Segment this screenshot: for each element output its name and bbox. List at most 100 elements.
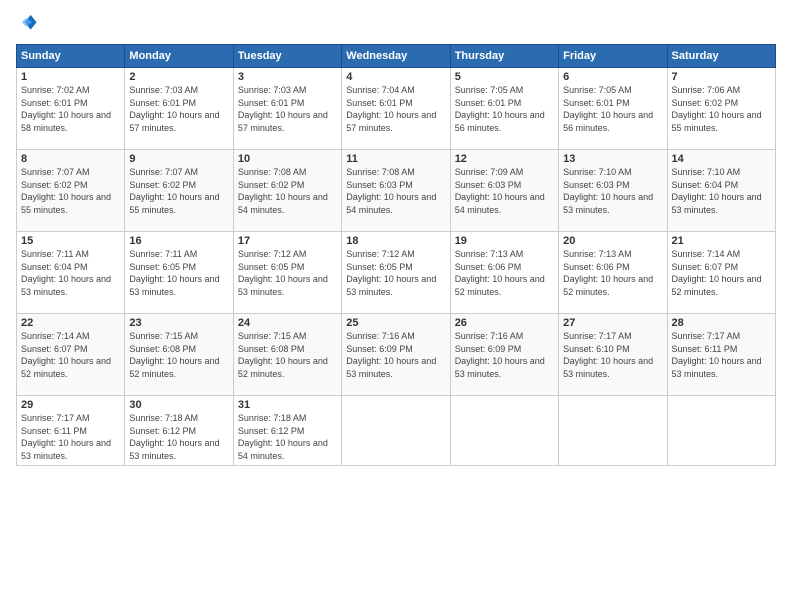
day-info: Sunrise: 7:13 AM Sunset: 6:06 PM Dayligh…: [563, 248, 662, 298]
header: [16, 12, 776, 34]
calendar-cell: 14 Sunrise: 7:10 AM Sunset: 6:04 PM Dayl…: [667, 150, 775, 232]
day-number: 15: [21, 235, 120, 247]
calendar-cell: 1 Sunrise: 7:02 AM Sunset: 6:01 PM Dayli…: [17, 68, 125, 150]
calendar-cell: [559, 396, 667, 466]
day-info: Sunrise: 7:09 AM Sunset: 6:03 PM Dayligh…: [455, 166, 554, 216]
day-number: 10: [238, 153, 337, 165]
calendar-week-1: 1 Sunrise: 7:02 AM Sunset: 6:01 PM Dayli…: [17, 68, 776, 150]
day-info: Sunrise: 7:12 AM Sunset: 6:05 PM Dayligh…: [238, 248, 337, 298]
day-info: Sunrise: 7:10 AM Sunset: 6:04 PM Dayligh…: [672, 166, 771, 216]
calendar-cell: 28 Sunrise: 7:17 AM Sunset: 6:11 PM Dayl…: [667, 314, 775, 396]
day-info: Sunrise: 7:05 AM Sunset: 6:01 PM Dayligh…: [563, 84, 662, 134]
day-number: 8: [21, 153, 120, 165]
day-number: 4: [346, 71, 445, 83]
day-number: 25: [346, 317, 445, 329]
weekday-header-tuesday: Tuesday: [233, 45, 341, 68]
day-number: 1: [21, 71, 120, 83]
day-info: Sunrise: 7:11 AM Sunset: 6:05 PM Dayligh…: [129, 248, 228, 298]
day-info: Sunrise: 7:17 AM Sunset: 6:11 PM Dayligh…: [672, 330, 771, 380]
calendar-cell: 10 Sunrise: 7:08 AM Sunset: 6:02 PM Dayl…: [233, 150, 341, 232]
day-info: Sunrise: 7:07 AM Sunset: 6:02 PM Dayligh…: [21, 166, 120, 216]
day-info: Sunrise: 7:13 AM Sunset: 6:06 PM Dayligh…: [455, 248, 554, 298]
day-info: Sunrise: 7:05 AM Sunset: 6:01 PM Dayligh…: [455, 84, 554, 134]
day-number: 21: [672, 235, 771, 247]
day-info: Sunrise: 7:04 AM Sunset: 6:01 PM Dayligh…: [346, 84, 445, 134]
day-number: 22: [21, 317, 120, 329]
day-number: 26: [455, 317, 554, 329]
page: SundayMondayTuesdayWednesdayThursdayFrid…: [0, 0, 792, 612]
day-number: 20: [563, 235, 662, 247]
day-number: 29: [21, 399, 120, 411]
calendar-cell: 19 Sunrise: 7:13 AM Sunset: 6:06 PM Dayl…: [450, 232, 558, 314]
day-number: 24: [238, 317, 337, 329]
day-number: 2: [129, 71, 228, 83]
calendar-cell: 8 Sunrise: 7:07 AM Sunset: 6:02 PM Dayli…: [17, 150, 125, 232]
calendar-cell: 30 Sunrise: 7:18 AM Sunset: 6:12 PM Dayl…: [125, 396, 233, 466]
day-number: 11: [346, 153, 445, 165]
day-number: 27: [563, 317, 662, 329]
day-info: Sunrise: 7:16 AM Sunset: 6:09 PM Dayligh…: [455, 330, 554, 380]
day-number: 12: [455, 153, 554, 165]
day-info: Sunrise: 7:03 AM Sunset: 6:01 PM Dayligh…: [129, 84, 228, 134]
day-number: 18: [346, 235, 445, 247]
calendar-cell: 25 Sunrise: 7:16 AM Sunset: 6:09 PM Dayl…: [342, 314, 450, 396]
day-number: 6: [563, 71, 662, 83]
day-info: Sunrise: 7:15 AM Sunset: 6:08 PM Dayligh…: [238, 330, 337, 380]
day-number: 28: [672, 317, 771, 329]
day-number: 7: [672, 71, 771, 83]
calendar-cell: 21 Sunrise: 7:14 AM Sunset: 6:07 PM Dayl…: [667, 232, 775, 314]
day-info: Sunrise: 7:16 AM Sunset: 6:09 PM Dayligh…: [346, 330, 445, 380]
day-number: 5: [455, 71, 554, 83]
day-number: 19: [455, 235, 554, 247]
calendar-cell: 4 Sunrise: 7:04 AM Sunset: 6:01 PM Dayli…: [342, 68, 450, 150]
calendar-cell: [450, 396, 558, 466]
logo-icon: [16, 12, 38, 34]
day-number: 13: [563, 153, 662, 165]
day-info: Sunrise: 7:07 AM Sunset: 6:02 PM Dayligh…: [129, 166, 228, 216]
day-info: Sunrise: 7:08 AM Sunset: 6:02 PM Dayligh…: [238, 166, 337, 216]
day-info: Sunrise: 7:17 AM Sunset: 6:11 PM Dayligh…: [21, 412, 120, 462]
day-number: 31: [238, 399, 337, 411]
day-info: Sunrise: 7:17 AM Sunset: 6:10 PM Dayligh…: [563, 330, 662, 380]
calendar-cell: 9 Sunrise: 7:07 AM Sunset: 6:02 PM Dayli…: [125, 150, 233, 232]
calendar-cell: 29 Sunrise: 7:17 AM Sunset: 6:11 PM Dayl…: [17, 396, 125, 466]
calendar-cell: 3 Sunrise: 7:03 AM Sunset: 6:01 PM Dayli…: [233, 68, 341, 150]
day-info: Sunrise: 7:14 AM Sunset: 6:07 PM Dayligh…: [672, 248, 771, 298]
calendar-cell: 6 Sunrise: 7:05 AM Sunset: 6:01 PM Dayli…: [559, 68, 667, 150]
calendar-week-2: 8 Sunrise: 7:07 AM Sunset: 6:02 PM Dayli…: [17, 150, 776, 232]
calendar-week-3: 15 Sunrise: 7:11 AM Sunset: 6:04 PM Dayl…: [17, 232, 776, 314]
calendar-cell: 18 Sunrise: 7:12 AM Sunset: 6:05 PM Dayl…: [342, 232, 450, 314]
weekday-header-wednesday: Wednesday: [342, 45, 450, 68]
calendar-cell: 16 Sunrise: 7:11 AM Sunset: 6:05 PM Dayl…: [125, 232, 233, 314]
weekday-header-monday: Monday: [125, 45, 233, 68]
calendar-cell: [667, 396, 775, 466]
calendar-cell: 5 Sunrise: 7:05 AM Sunset: 6:01 PM Dayli…: [450, 68, 558, 150]
day-info: Sunrise: 7:12 AM Sunset: 6:05 PM Dayligh…: [346, 248, 445, 298]
calendar-cell: 13 Sunrise: 7:10 AM Sunset: 6:03 PM Dayl…: [559, 150, 667, 232]
day-number: 30: [129, 399, 228, 411]
calendar-cell: 17 Sunrise: 7:12 AM Sunset: 6:05 PM Dayl…: [233, 232, 341, 314]
day-info: Sunrise: 7:08 AM Sunset: 6:03 PM Dayligh…: [346, 166, 445, 216]
calendar-cell: 11 Sunrise: 7:08 AM Sunset: 6:03 PM Dayl…: [342, 150, 450, 232]
calendar-cell: [342, 396, 450, 466]
weekday-header-friday: Friday: [559, 45, 667, 68]
day-number: 16: [129, 235, 228, 247]
day-info: Sunrise: 7:14 AM Sunset: 6:07 PM Dayligh…: [21, 330, 120, 380]
calendar-cell: 23 Sunrise: 7:15 AM Sunset: 6:08 PM Dayl…: [125, 314, 233, 396]
day-info: Sunrise: 7:03 AM Sunset: 6:01 PM Dayligh…: [238, 84, 337, 134]
calendar-cell: 24 Sunrise: 7:15 AM Sunset: 6:08 PM Dayl…: [233, 314, 341, 396]
day-number: 9: [129, 153, 228, 165]
calendar-table: SundayMondayTuesdayWednesdayThursdayFrid…: [16, 44, 776, 466]
calendar-week-5: 29 Sunrise: 7:17 AM Sunset: 6:11 PM Dayl…: [17, 396, 776, 466]
calendar-cell: 15 Sunrise: 7:11 AM Sunset: 6:04 PM Dayl…: [17, 232, 125, 314]
day-number: 17: [238, 235, 337, 247]
weekday-header-saturday: Saturday: [667, 45, 775, 68]
day-info: Sunrise: 7:11 AM Sunset: 6:04 PM Dayligh…: [21, 248, 120, 298]
day-number: 14: [672, 153, 771, 165]
day-info: Sunrise: 7:18 AM Sunset: 6:12 PM Dayligh…: [238, 412, 337, 462]
calendar-cell: 27 Sunrise: 7:17 AM Sunset: 6:10 PM Dayl…: [559, 314, 667, 396]
logo: [16, 12, 42, 34]
day-info: Sunrise: 7:10 AM Sunset: 6:03 PM Dayligh…: [563, 166, 662, 216]
calendar-cell: 22 Sunrise: 7:14 AM Sunset: 6:07 PM Dayl…: [17, 314, 125, 396]
day-number: 23: [129, 317, 228, 329]
